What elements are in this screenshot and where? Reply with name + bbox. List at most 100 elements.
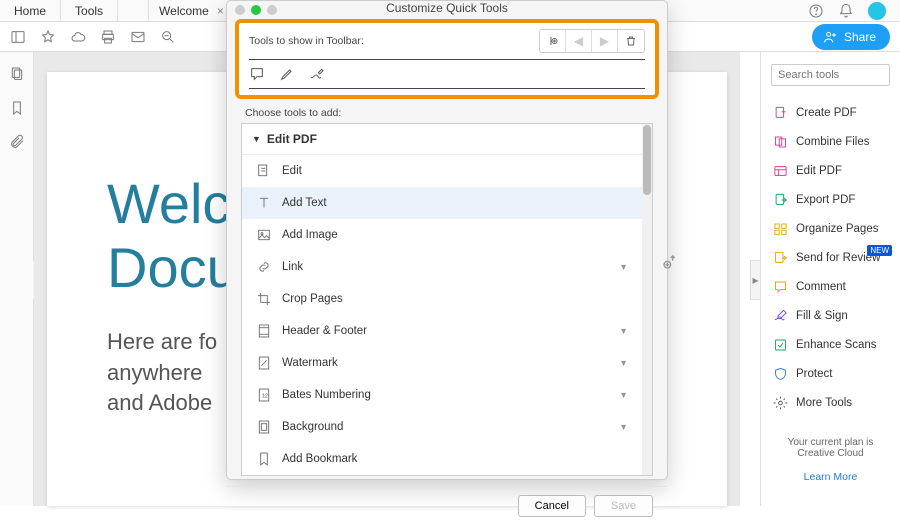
tool-link-label: Enhance Scans — [796, 339, 877, 351]
tool-link-protect[interactable]: Protect — [771, 359, 890, 388]
header-footer-icon — [256, 323, 272, 339]
tools-to-show-label: Tools to show in Toolbar: — [249, 35, 364, 47]
tool-item-label: Add Text — [282, 197, 327, 209]
tool-item-add-image[interactable]: Add Image — [242, 219, 642, 251]
tool-link-label: Edit PDF — [796, 165, 842, 177]
tool-item-label: Crop Pages — [282, 293, 343, 305]
watermark-icon — [256, 355, 272, 371]
tool-link-label: Combine Files — [796, 136, 870, 148]
chevron-down-icon: ▼ — [619, 358, 628, 368]
tool-item-bates-numbering[interactable]: 12 Bates Numbering ▼ — [242, 379, 642, 411]
tool-link-label: Organize Pages — [796, 223, 878, 235]
share-label: Share — [844, 30, 876, 44]
tab-tools[interactable]: Tools — [61, 0, 118, 21]
chevron-down-icon: ▼ — [619, 262, 628, 272]
avatar[interactable] — [868, 2, 886, 20]
edit-pdf-icon — [773, 163, 788, 178]
tool-group-header[interactable]: ▼ Edit PDF — [242, 124, 642, 155]
tool-picker: ▼ Edit PDF Edit Add Text Add Image Link ▼ Cro… — [241, 123, 653, 476]
cloud-icon[interactable] — [70, 29, 86, 45]
help-icon[interactable] — [808, 3, 824, 19]
customize-quick-tools-dialog: Customize Quick Tools Tools to show in T… — [226, 0, 668, 480]
background-icon — [256, 419, 272, 435]
pages-panel-icon[interactable] — [9, 66, 25, 82]
search-tools-input[interactable] — [771, 64, 890, 86]
tool-link-comment[interactable]: Comment — [771, 272, 890, 301]
sidebar-toggle-icon[interactable] — [10, 29, 26, 45]
tool-item-add-text[interactable]: Add Text — [242, 187, 642, 219]
print-icon[interactable] — [100, 29, 116, 45]
add-divider-button[interactable] — [540, 30, 566, 52]
share-person-icon — [822, 29, 838, 45]
remove-tool-button[interactable] — [618, 30, 644, 52]
move-left-button[interactable]: ◀ — [566, 30, 592, 52]
tool-link-label: More Tools — [796, 397, 852, 409]
svg-text:12: 12 — [262, 394, 268, 400]
create-pdf-icon — [773, 105, 788, 120]
move-right-button[interactable]: ▶ — [592, 30, 618, 52]
bell-icon[interactable] — [838, 3, 854, 19]
tool-link-more-tools[interactable]: More Tools — [771, 388, 890, 417]
quicktool-highlight-icon[interactable] — [279, 66, 295, 82]
tab-document-welcome[interactable]: Welcome × — [148, 0, 234, 21]
comment-icon — [773, 279, 788, 294]
tool-item-add-bookmark[interactable]: Add Bookmark — [242, 443, 642, 475]
add-to-toolbar-button[interactable] — [662, 254, 678, 273]
bookmark-panel-icon[interactable] — [9, 100, 25, 116]
close-tab-icon[interactable]: × — [217, 4, 224, 18]
chevron-down-icon: ▼ — [619, 326, 628, 336]
tool-item-label: Link — [282, 261, 303, 273]
tool-item-link[interactable]: Link ▼ — [242, 251, 642, 283]
tool-link-label: Create PDF — [796, 107, 857, 119]
save-button[interactable]: Save — [594, 495, 653, 517]
scrollbar[interactable] — [642, 124, 652, 475]
tool-group-label: Edit PDF — [267, 132, 317, 146]
dialog-titlebar: Customize Quick Tools — [227, 1, 667, 15]
collapse-icon: ▼ — [252, 134, 261, 144]
window-traffic-lights[interactable] — [235, 5, 277, 15]
tool-item-label: Add Image — [282, 229, 338, 241]
fill-sign-icon — [773, 308, 788, 323]
combine-files-icon — [773, 134, 788, 149]
quicktool-comment-icon[interactable] — [249, 66, 265, 82]
tool-item-watermark[interactable]: Watermark ▼ — [242, 347, 642, 379]
tool-link-send-for-review[interactable]: Send for ReviewNEW — [771, 243, 890, 272]
right-panel-toggle[interactable]: ▸ — [750, 260, 760, 300]
edit-icon — [256, 163, 272, 179]
tool-item-label: Watermark — [282, 357, 338, 369]
tool-item-label: Add Bookmark — [282, 453, 357, 465]
left-nav-rail — [0, 52, 34, 506]
tool-link-edit-pdf[interactable]: Edit PDF — [771, 156, 890, 185]
tool-item-edit[interactable]: Edit — [242, 155, 642, 187]
learn-more-link[interactable]: Learn More — [771, 471, 890, 483]
tool-link-combine-files[interactable]: Combine Files — [771, 127, 890, 156]
chevron-down-icon: ▼ — [619, 390, 628, 400]
zoom-out-icon[interactable] — [160, 29, 176, 45]
tool-link-fill-sign[interactable]: Fill & Sign — [771, 301, 890, 330]
tool-link-label: Fill & Sign — [796, 310, 848, 322]
tool-item-crop-pages[interactable]: Crop Pages — [242, 283, 642, 315]
enhance-scans-icon — [773, 337, 788, 352]
attachments-panel-icon[interactable] — [9, 134, 25, 150]
tool-link-enhance-scans[interactable]: Enhance Scans — [771, 330, 890, 359]
toolbar-preview-area: Tools to show in Toolbar: ◀ ▶ — [235, 19, 659, 99]
cancel-button[interactable]: Cancel — [518, 495, 586, 517]
protect-icon — [773, 366, 788, 381]
tool-link-organize-pages[interactable]: Organize Pages — [771, 214, 890, 243]
tool-link-create-pdf[interactable]: Create PDF — [771, 98, 890, 127]
mail-icon[interactable] — [130, 29, 146, 45]
tab-document-label: Welcome — [159, 4, 209, 18]
tool-item-label: Bates Numbering — [282, 389, 371, 401]
crop-pages-icon — [256, 291, 272, 307]
share-button[interactable]: Share — [812, 24, 890, 50]
quicktool-sign-icon[interactable] — [309, 66, 325, 82]
star-icon[interactable] — [40, 29, 56, 45]
tab-home[interactable]: Home — [0, 0, 61, 21]
current-toolbar-strip — [249, 59, 645, 89]
tool-item-header-footer[interactable]: Header & Footer▼ — [242, 315, 642, 347]
tool-link-export-pdf[interactable]: Export PDF — [771, 185, 890, 214]
tool-item-background[interactable]: Background▼ — [242, 411, 642, 443]
tool-item-label: Background — [282, 421, 343, 433]
bookmark-icon — [256, 451, 272, 467]
tool-link-label: Protect — [796, 368, 832, 380]
